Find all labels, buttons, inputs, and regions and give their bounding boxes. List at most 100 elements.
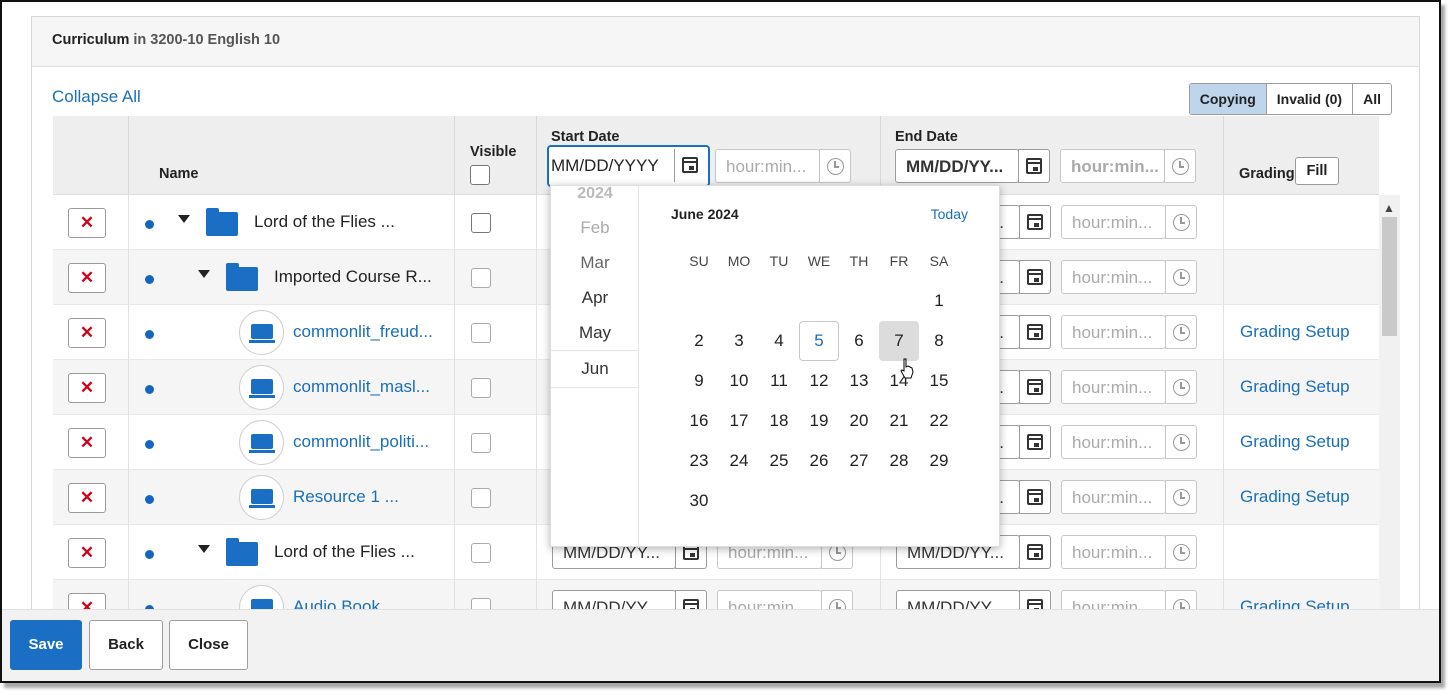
year-label[interactable]: 2024 <box>551 185 639 203</box>
item-name[interactable]: commonlit_masl... <box>293 377 430 397</box>
item-name[interactable]: commonlit_politi... <box>293 432 429 452</box>
delete-button[interactable]: ✕ <box>68 538 106 568</box>
calendar-day[interactable]: 11 <box>759 361 799 401</box>
calendar-day[interactable]: 21 <box>879 401 919 441</box>
calendar-day[interactable]: 17 <box>719 401 759 441</box>
item-name[interactable]: Resource 1 ... <box>293 487 399 507</box>
end-time-clock-button[interactable] <box>1165 315 1197 349</box>
end-time-input[interactable]: hour:min... <box>1061 425 1166 459</box>
calendar-day[interactable]: 1 <box>919 281 959 321</box>
end-time-clock-button[interactable] <box>1165 370 1197 404</box>
end-time-clock-button[interactable] <box>1165 535 1197 569</box>
visible-checkbox[interactable] <box>471 378 491 398</box>
calendar-day[interactable]: 25 <box>759 441 799 481</box>
calendar-day[interactable]: 7 <box>879 321 919 361</box>
start-time-fill-input[interactable]: hour:min... <box>715 149 820 183</box>
calendar-day[interactable]: 3 <box>719 321 759 361</box>
end-date-calendar-button[interactable] <box>1019 535 1051 569</box>
expand-caret-icon[interactable] <box>198 545 210 553</box>
grading-setup-link[interactable]: Grading Setup <box>1240 487 1350 507</box>
calendar-day[interactable]: 16 <box>679 401 719 441</box>
calendar-day[interactable]: 30 <box>679 481 719 521</box>
calendar-day[interactable]: 18 <box>759 401 799 441</box>
month-option-jun[interactable]: Jun <box>551 350 639 388</box>
end-date-calendar-button[interactable] <box>1019 480 1051 514</box>
end-date-calendar-button[interactable] <box>1019 260 1051 294</box>
end-time-clock-button[interactable] <box>1165 425 1197 459</box>
delete-button[interactable]: ✕ <box>68 428 106 458</box>
month-option-mar[interactable]: Mar <box>551 253 639 273</box>
expand-caret-icon[interactable] <box>198 270 210 278</box>
save-button[interactable]: Save <box>10 620 82 670</box>
end-time-input[interactable]: hour:min... <box>1061 535 1166 569</box>
month-option-may[interactable]: May <box>551 323 639 343</box>
delete-button[interactable]: ✕ <box>68 373 106 403</box>
visible-checkbox[interactable] <box>471 213 491 233</box>
delete-button[interactable]: ✕ <box>68 483 106 513</box>
delete-button[interactable]: ✕ <box>68 208 106 238</box>
visible-checkbox[interactable] <box>471 433 491 453</box>
scroll-up-icon[interactable]: ▲ <box>1383 201 1395 215</box>
calendar-day[interactable]: 29 <box>919 441 959 481</box>
end-time-input[interactable]: hour:min... <box>1061 370 1166 404</box>
start-time-fill-clock-button[interactable] <box>819 149 851 183</box>
calendar-day[interactable]: 23 <box>679 441 719 481</box>
visible-all-checkbox[interactable] <box>470 165 490 185</box>
item-name[interactable]: commonlit_freud... <box>293 322 433 342</box>
end-time-input[interactable]: hour:min... <box>1061 260 1166 294</box>
scrollbar-thumb[interactable] <box>1382 217 1397 336</box>
vertical-scrollbar[interactable]: ▲ <box>1379 195 1400 637</box>
today-link[interactable]: Today <box>931 206 968 222</box>
visible-checkbox[interactable] <box>471 323 491 343</box>
delete-button[interactable]: ✕ <box>68 318 106 348</box>
calendar-day[interactable]: 28 <box>879 441 919 481</box>
calendar-day[interactable]: 13 <box>839 361 879 401</box>
calendar-day[interactable]: 5 <box>799 321 839 361</box>
grading-fill-button[interactable]: Fill <box>1295 157 1339 185</box>
calendar-day[interactable]: 19 <box>799 401 839 441</box>
calendar-day[interactable]: 22 <box>919 401 959 441</box>
visible-checkbox[interactable] <box>471 543 491 563</box>
grading-setup-link[interactable]: Grading Setup <box>1240 322 1350 342</box>
end-date-calendar-button[interactable] <box>1019 425 1051 459</box>
calendar-day[interactable]: 2 <box>679 321 719 361</box>
month-option-feb[interactable]: Feb <box>551 218 639 238</box>
end-time-input[interactable]: hour:min... <box>1061 205 1166 239</box>
end-time-fill-input[interactable]: hour:min... <box>1060 149 1165 183</box>
end-date-fill-calendar-button[interactable] <box>1018 149 1050 183</box>
collapse-all-link[interactable]: Collapse All <box>52 87 141 107</box>
grading-setup-link[interactable]: Grading Setup <box>1240 377 1350 397</box>
grading-setup-link[interactable]: Grading Setup <box>1240 432 1350 452</box>
month-option-apr[interactable]: Apr <box>551 288 639 308</box>
calendar-day[interactable]: 27 <box>839 441 879 481</box>
visible-checkbox[interactable] <box>471 488 491 508</box>
calendar-day[interactable]: 12 <box>799 361 839 401</box>
end-date-calendar-button[interactable] <box>1019 205 1051 239</box>
calendar-day[interactable]: 26 <box>799 441 839 481</box>
visible-checkbox[interactable] <box>471 268 491 288</box>
calendar-day[interactable]: 20 <box>839 401 879 441</box>
calendar-day[interactable]: 9 <box>679 361 719 401</box>
end-time-input[interactable]: hour:min... <box>1061 315 1166 349</box>
start-date-fill-input[interactable]: MM/DD/YYYY <box>551 149 674 182</box>
calendar-day[interactable]: 8 <box>919 321 959 361</box>
start-date-fill-calendar-button[interactable] <box>674 149 706 182</box>
end-time-fill-clock-button[interactable] <box>1164 149 1196 183</box>
calendar-day[interactable]: 15 <box>919 361 959 401</box>
end-time-input[interactable]: hour:min... <box>1061 480 1166 514</box>
delete-button[interactable]: ✕ <box>68 263 106 293</box>
filter-copying-button[interactable]: Copying <box>1189 84 1266 114</box>
close-button[interactable]: Close <box>169 620 248 670</box>
filter-invalid-button[interactable]: Invalid (0) <box>1265 84 1353 114</box>
filter-all-button[interactable]: All <box>1352 84 1391 114</box>
end-time-clock-button[interactable] <box>1165 480 1197 514</box>
end-time-clock-button[interactable] <box>1165 205 1197 239</box>
end-date-calendar-button[interactable] <box>1019 315 1051 349</box>
end-time-clock-button[interactable] <box>1165 260 1197 294</box>
calendar-day[interactable]: 24 <box>719 441 759 481</box>
back-button[interactable]: Back <box>89 620 163 670</box>
calendar-day[interactable]: 6 <box>839 321 879 361</box>
calendar-day[interactable]: 10 <box>719 361 759 401</box>
end-date-calendar-button[interactable] <box>1019 370 1051 404</box>
end-date-fill-input[interactable]: MM/DD/YY... <box>895 149 1019 183</box>
